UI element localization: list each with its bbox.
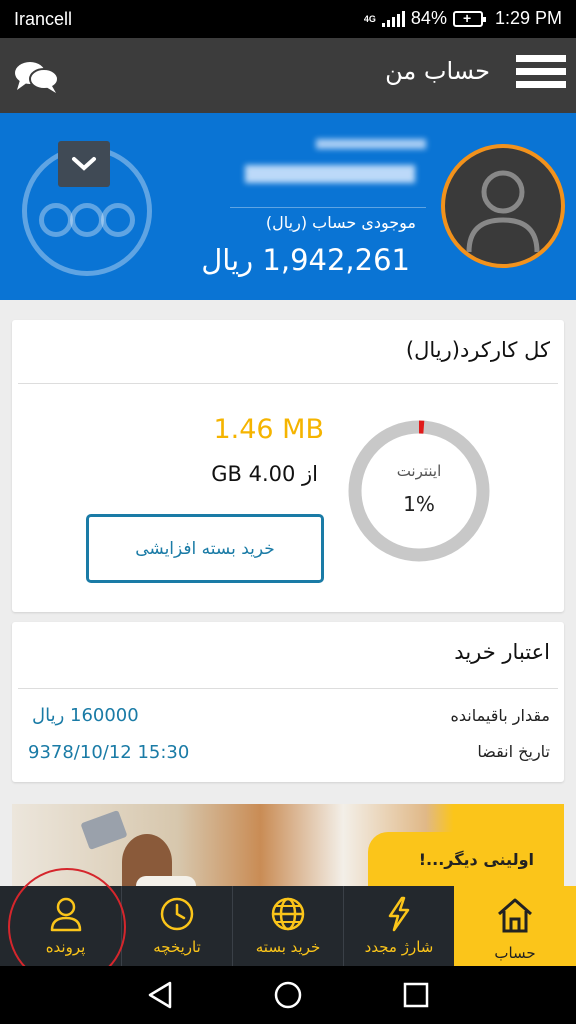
chevron-down-icon (72, 157, 96, 171)
person-icon (466, 170, 540, 253)
used-amount: 1.46 MB (213, 414, 324, 445)
globe-icon (271, 897, 305, 931)
tab-label: خرید بسته (255, 938, 321, 956)
tab-buy-package[interactable]: خرید بسته (232, 886, 343, 966)
divider (18, 383, 558, 384)
hamburger-menu-icon[interactable] (516, 55, 566, 95)
total-amount: از 4.00 GB (211, 462, 318, 486)
home-circle-icon[interactable] (273, 980, 303, 1010)
expiry-value: 9378/10/12 15:30 (28, 742, 190, 763)
gauge-percent: 1% (403, 492, 435, 516)
battery-icon: + (452, 10, 486, 27)
tab-recharge[interactable]: شارژ مجدد (343, 886, 454, 966)
tab-label: شارژ مجدد (364, 938, 434, 956)
tab-label: تاریخچه (153, 938, 201, 956)
signal-icon (381, 10, 405, 27)
divider (230, 207, 426, 208)
expiry-label: تاریخ انقضا (477, 742, 550, 761)
avatar[interactable] (441, 144, 565, 268)
blurred-account-name (316, 139, 426, 149)
back-icon[interactable] (146, 980, 174, 1010)
battery-percent: 84% (410, 8, 447, 28)
usage-card: کل کارکرد(ریال) اینترنت 1% 1.46 MB از 4.… (12, 320, 564, 612)
balance-value: 1,942,261 ریال (201, 243, 410, 277)
carrier-name: Irancell (14, 9, 73, 29)
tab-history[interactable]: تاریخچه (121, 886, 232, 966)
remaining-label: مقدار باقیمانده (450, 706, 550, 725)
blurred-phone-number (245, 165, 415, 183)
account-header: موجودی حساب (ریال) 1,942,261 ریال (0, 113, 576, 300)
page-title: حساب من (385, 57, 490, 85)
tab-label: حساب (494, 944, 536, 962)
purchase-credit-title: اعتبار خرید (454, 640, 550, 664)
divider (18, 688, 558, 689)
promo-text: اولینی دیگر...! (418, 850, 534, 869)
home-icon (498, 898, 532, 933)
clock-icon (160, 897, 194, 931)
app-bar: حساب من (0, 38, 576, 113)
network-type: 4G (363, 13, 376, 24)
purchase-credit-card: اعتبار خرید مقدار باقیمانده 160000 ریال … (12, 622, 564, 782)
recent-apps-icon[interactable] (402, 981, 430, 1009)
chat-icon[interactable] (14, 60, 60, 98)
account-switch-dropdown[interactable] (58, 141, 110, 187)
gauge-label: اینترنت (396, 462, 442, 480)
clock-time: 1:29 PM (494, 8, 562, 28)
system-nav-bar (0, 966, 576, 1024)
internet-usage-gauge (348, 420, 490, 562)
status-bar: Irancell 4G 84% + 1:29 PM (0, 0, 576, 38)
lightning-icon (388, 896, 410, 932)
balance-label: موجودی حساب (ریال) (265, 213, 416, 232)
tab-account[interactable]: حساب (454, 886, 576, 966)
usage-title: کل کارکرد(ریال) (405, 338, 550, 362)
laptop-image (80, 810, 128, 850)
buy-addon-package-button[interactable]: خرید بسته افزایشی (86, 514, 324, 583)
remaining-value: 160000 ریال (32, 705, 139, 726)
